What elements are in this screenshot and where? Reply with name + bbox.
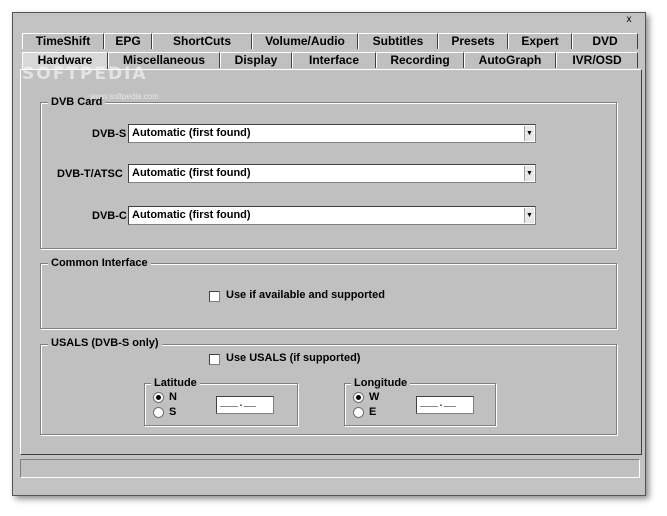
- status-bar: [20, 459, 640, 478]
- usals-checkbox-label[interactable]: Use USALS (if supported): [226, 352, 360, 364]
- latitude-s-radio[interactable]: [153, 407, 164, 418]
- dvb-c-label: DVB-C: [92, 210, 127, 222]
- tab-volume-audio[interactable]: Volume/Audio: [252, 33, 358, 49]
- latitude-n-label: N: [169, 391, 177, 403]
- usals-title: USALS (DVB-S only): [48, 337, 162, 349]
- dvb-t-atsc-label: DVB-T/ATSC: [57, 168, 123, 180]
- longitude-w-label: W: [369, 391, 380, 403]
- longitude-e-label: E: [369, 406, 377, 418]
- tab-autograph[interactable]: AutoGraph: [464, 52, 556, 68]
- longitude-input[interactable]: ___.__: [416, 396, 474, 414]
- usals-checkbox[interactable]: [209, 354, 220, 365]
- tab-expert[interactable]: Expert: [508, 33, 572, 49]
- tab-timeshift[interactable]: TimeShift: [22, 33, 104, 49]
- common-interface-title: Common Interface: [48, 257, 151, 269]
- dvb-c-value: Automatic (first found): [132, 209, 251, 221]
- latitude-input[interactable]: ___.__: [216, 396, 274, 414]
- tab-epg[interactable]: EPG: [104, 33, 152, 49]
- tab-dvd[interactable]: DVD: [572, 33, 638, 49]
- common-interface-checkbox-label[interactable]: Use if available and supported: [226, 289, 385, 301]
- dropdown-arrow-icon[interactable]: ▼: [524, 166, 534, 181]
- tab-shortcuts[interactable]: ShortCuts: [152, 33, 252, 49]
- dvb-s-value: Automatic (first found): [132, 127, 251, 139]
- latitude-n-radio[interactable]: [153, 392, 164, 403]
- dvb-c-select[interactable]: Automatic (first found) ▼: [128, 206, 536, 225]
- close-icon[interactable]: x: [622, 14, 636, 26]
- dropdown-arrow-icon[interactable]: ▼: [524, 126, 534, 141]
- longitude-w-radio[interactable]: [353, 392, 364, 403]
- tab-subtitles[interactable]: Subtitles: [358, 33, 438, 49]
- tab-presets[interactable]: Presets: [438, 33, 508, 49]
- dvb-s-select[interactable]: Automatic (first found) ▼: [128, 124, 536, 143]
- dropdown-arrow-icon[interactable]: ▼: [524, 208, 534, 223]
- tab-recording[interactable]: Recording: [376, 52, 464, 68]
- longitude-title: Longitude: [351, 377, 411, 389]
- tab-display[interactable]: Display: [220, 52, 292, 68]
- latitude-s-label: S: [169, 406, 177, 418]
- dvb-t-atsc-value: Automatic (first found): [132, 167, 251, 179]
- softpedia-watermark: SOFTPEDIA: [22, 64, 148, 84]
- softpedia-watermark-url: www.softpedia.com: [90, 92, 159, 101]
- tab-interface[interactable]: Interface: [292, 52, 376, 68]
- tab-ivr-osd[interactable]: IVR/OSD: [556, 52, 638, 68]
- common-interface-checkbox[interactable]: [209, 291, 220, 302]
- longitude-e-radio[interactable]: [353, 407, 364, 418]
- latitude-title: Latitude: [151, 377, 200, 389]
- dvb-s-label: DVB-S: [92, 128, 127, 140]
- dvb-t-atsc-select[interactable]: Automatic (first found) ▼: [128, 164, 536, 183]
